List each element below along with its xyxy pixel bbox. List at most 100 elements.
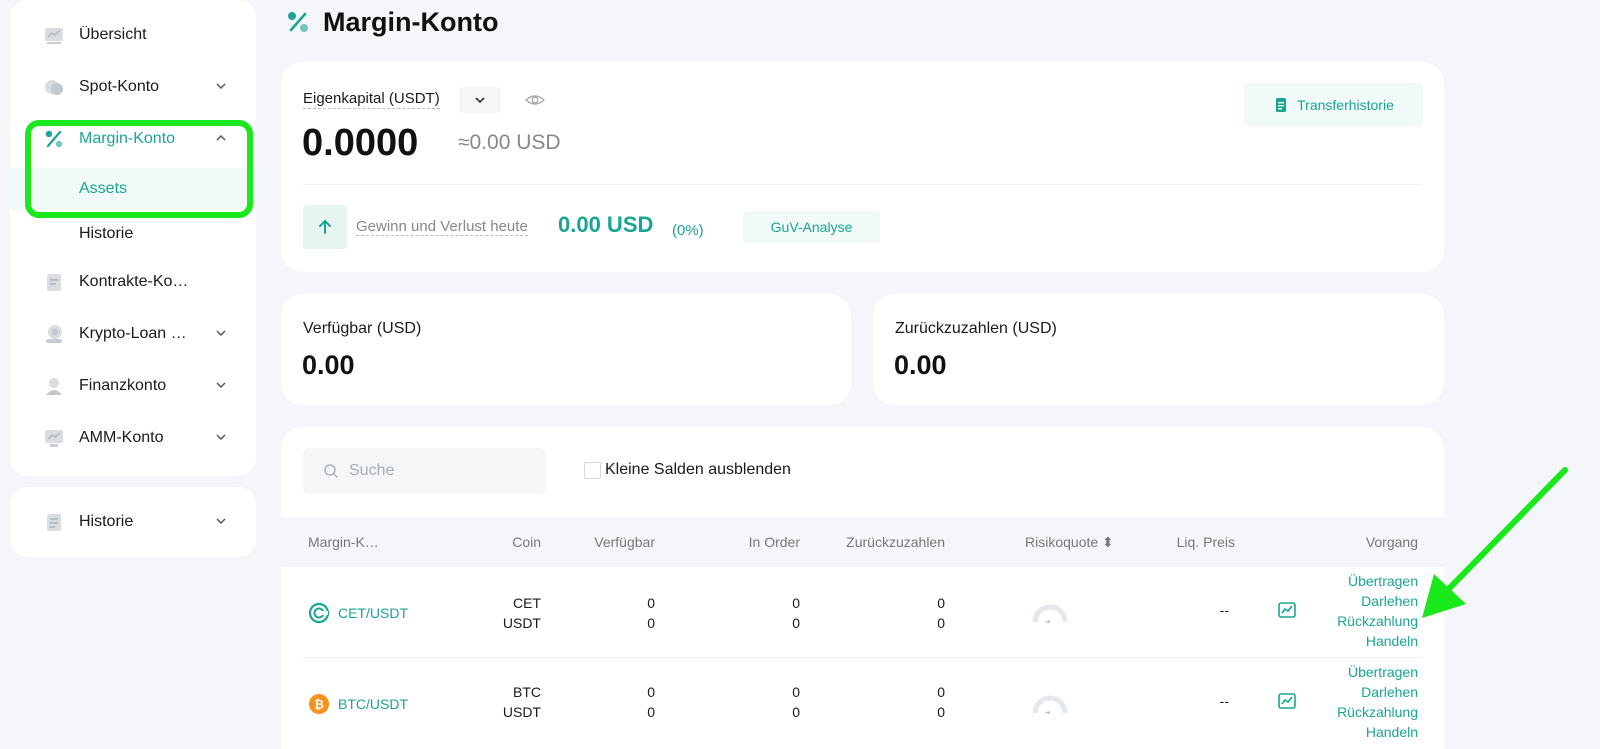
table-row: ₿ BTC/USDT BTC USDT 0 0 0 0 0 0 -- Übert… xyxy=(281,658,1444,749)
percent-icon xyxy=(288,12,308,32)
sidebar-item-label: Historie xyxy=(79,513,134,530)
available-cell: 0 0 xyxy=(647,682,655,722)
sidebar-item-contracts[interactable]: Kontrakte-Kon… xyxy=(10,262,256,302)
loan-icon xyxy=(43,323,65,345)
chart-icon[interactable] xyxy=(1277,600,1297,620)
sidebar-item-amm[interactable]: AMM-Konto xyxy=(10,418,256,458)
chevron-down-icon xyxy=(216,518,226,525)
repay-cell: 0 0 xyxy=(937,682,945,722)
sidebar-history-card: Historie xyxy=(10,487,256,557)
transfer-history-label: Transferhistorie xyxy=(1297,97,1394,113)
in-order-amount: 0 xyxy=(792,684,800,700)
sidebar: Übersicht Spot-Konto Margin-Konto Assets… xyxy=(10,0,256,476)
in-order-amount: 0 xyxy=(792,704,800,720)
currency-dropdown[interactable] xyxy=(459,87,501,113)
document-icon xyxy=(43,271,65,293)
hide-small-balances-checkbox[interactable] xyxy=(584,461,601,479)
trade-link[interactable]: Handeln xyxy=(1337,722,1418,742)
column-header-margin: Margin-K… xyxy=(308,534,379,550)
repay-link[interactable]: Rückzahlung xyxy=(1337,611,1418,631)
chevron-up-icon xyxy=(216,134,226,141)
pnl-percent: (0%) xyxy=(672,222,704,239)
column-header-risk[interactable]: Risikoquote ⬍ xyxy=(1025,534,1114,551)
borrow-link[interactable]: Darlehen xyxy=(1337,591,1418,611)
chart-icon xyxy=(43,24,65,46)
repay-amount: 0 xyxy=(937,704,945,720)
coin-stack-icon xyxy=(43,76,65,98)
available-amount: 0 xyxy=(647,595,655,611)
trade-link[interactable]: Handeln xyxy=(1337,631,1418,651)
equity-card: Eigenkapital (USDT) 0.0000 ≈0.00 USD Tra… xyxy=(281,62,1444,272)
chevron-down-icon xyxy=(475,97,485,104)
transfer-link[interactable]: Übertragen xyxy=(1337,571,1418,591)
table-row: CET/USDT CET USDT 0 0 0 0 0 0 -- Übertra… xyxy=(281,567,1444,658)
risk-gauge-icon xyxy=(1032,604,1068,623)
sidebar-subitem-label: Historie xyxy=(79,225,134,242)
chevron-down-icon xyxy=(216,434,226,441)
svg-text:₿: ₿ xyxy=(314,698,324,712)
row-actions: Übertragen Darlehen Rückzahlung Handeln xyxy=(1337,662,1418,742)
sidebar-item-label: Kontrakte-Kon… xyxy=(79,273,197,290)
pair-link[interactable]: CET/USDT xyxy=(308,602,408,624)
pnl-analysis-label: GuV-Analyse xyxy=(770,219,853,235)
sidebar-item-label: Margin-Konto xyxy=(79,130,176,147)
eye-icon[interactable] xyxy=(524,89,546,111)
sidebar-item-spot[interactable]: Spot-Konto xyxy=(10,67,256,107)
column-header-in-order: In Order xyxy=(748,534,800,550)
available-amount: 0 xyxy=(647,615,655,631)
available-card: Verfügbar (USD) 0.00 xyxy=(281,294,851,405)
repay-link[interactable]: Rückzahlung xyxy=(1337,702,1418,722)
coin-name: BTC xyxy=(513,684,541,700)
borrow-link[interactable]: Darlehen xyxy=(1337,682,1418,702)
arrow-up-icon xyxy=(319,219,331,234)
btc-icon: ₿ xyxy=(309,694,329,714)
pnl-label: Gewinn und Verlust heute xyxy=(356,218,528,236)
sidebar-subitem-assets[interactable]: Assets xyxy=(10,168,256,210)
sidebar-item-finance[interactable]: Finanzkonto xyxy=(10,366,256,406)
hide-small-balances-toggle[interactable]: Kleine Salden ausblenden xyxy=(584,461,791,479)
percent-icon xyxy=(43,128,65,150)
sidebar-subitem-label: Assets xyxy=(79,180,128,197)
sidebar-item-label: AMM-Konto xyxy=(79,429,164,446)
chart-icon[interactable] xyxy=(1277,691,1297,711)
pair-label: BTC/USDT xyxy=(338,696,408,712)
page-title: Margin-Konto xyxy=(323,6,499,37)
sidebar-item-history[interactable]: Historie xyxy=(10,502,256,542)
divider xyxy=(303,184,1422,185)
sidebar-item-margin[interactable]: Margin-Konto xyxy=(10,119,256,159)
equity-label: Eigenkapital (USDT) xyxy=(303,90,440,109)
liq-price: -- xyxy=(1219,693,1229,709)
column-header-liq-price: Liq. Preis xyxy=(1176,534,1235,550)
row-actions: Übertragen Darlehen Rückzahlung Handeln xyxy=(1337,571,1418,651)
sidebar-item-label: Übersicht xyxy=(79,26,147,43)
sidebar-item-overview[interactable]: Übersicht xyxy=(10,15,256,55)
search-input[interactable] xyxy=(349,462,529,480)
repay-cell: 0 0 xyxy=(937,593,945,633)
sidebar-item-crypto-loan[interactable]: Krypto-Loan K… xyxy=(10,314,256,354)
pnl-indicator xyxy=(303,205,347,249)
sidebar-subitem-history[interactable]: Historie xyxy=(10,213,256,255)
repay-amount: 0 xyxy=(937,615,945,631)
coin-name: USDT xyxy=(502,704,541,720)
transfer-history-button[interactable]: Transferhistorie xyxy=(1244,83,1423,127)
available-value: 0.00 xyxy=(302,350,355,380)
chevron-down-icon xyxy=(216,330,226,337)
transfer-link[interactable]: Übertragen xyxy=(1337,662,1418,682)
column-header-coin: Coin xyxy=(512,534,541,550)
search-box[interactable] xyxy=(303,448,546,494)
available-label: Verfügbar (USD) xyxy=(303,320,422,337)
liq-price: -- xyxy=(1219,602,1229,618)
available-amount: 0 xyxy=(647,704,655,720)
chevron-down-icon xyxy=(216,382,226,389)
equity-usd-value: ≈0.00 USD xyxy=(458,131,561,154)
pair-link[interactable]: ₿ BTC/USDT xyxy=(308,693,408,715)
monitor-icon xyxy=(43,427,65,449)
repay-amount: 0 xyxy=(937,684,945,700)
document-icon xyxy=(1276,98,1287,112)
column-header-repay: Zurückzuzahlen xyxy=(846,534,945,550)
assets-table-card: Kleine Salden ausblenden Margin-K… Coin … xyxy=(281,427,1444,749)
available-cell: 0 0 xyxy=(647,593,655,633)
chevron-down-icon xyxy=(216,83,226,90)
pnl-analysis-button[interactable]: GuV-Analyse xyxy=(743,211,880,243)
repay-amount: 0 xyxy=(937,595,945,611)
